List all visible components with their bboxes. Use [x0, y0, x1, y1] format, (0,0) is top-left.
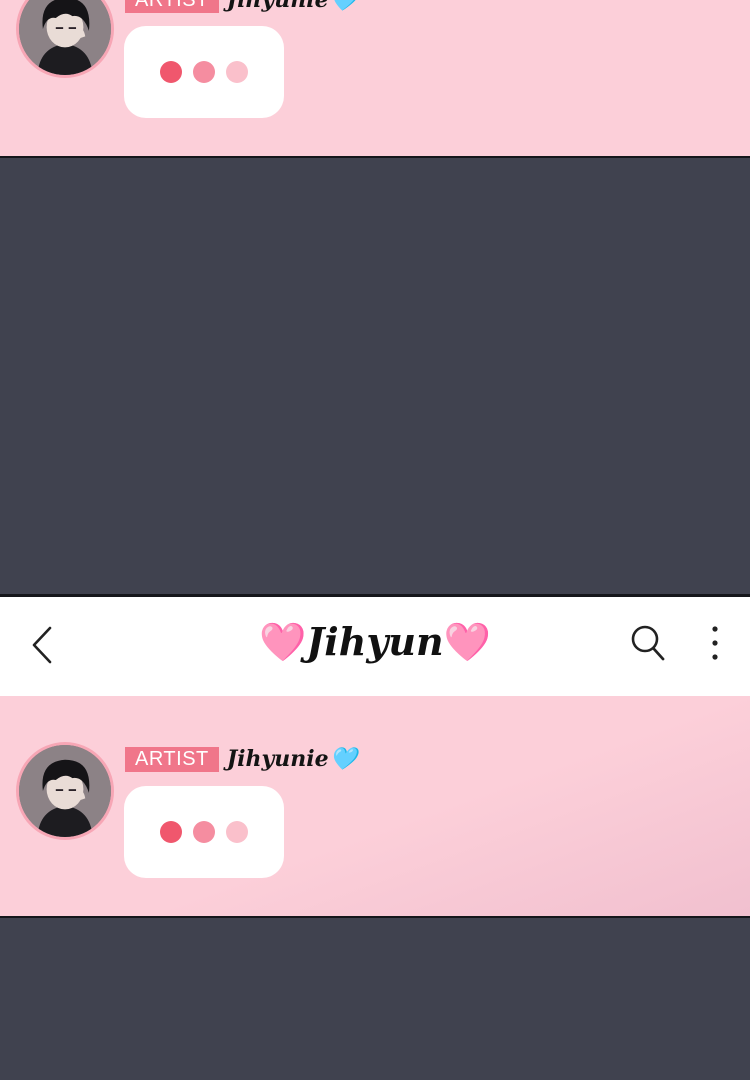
chat-header: 🩷Jihyun🩷 [0, 594, 750, 696]
avatar[interactable] [16, 0, 114, 78]
typing-dot [193, 821, 215, 843]
pink-heart-icon: 🩷 [443, 619, 492, 664]
message-header: ARTIST Jihyunie🩵 [125, 0, 357, 13]
pink-heart-icon: 🩷 [258, 619, 307, 664]
title-text: Jihyun [306, 619, 444, 664]
empty-panel [0, 918, 750, 1080]
username[interactable]: Jihyunie🩵 [227, 746, 357, 772]
avatar-image [19, 0, 111, 75]
avatar[interactable] [16, 742, 114, 840]
typing-dot [226, 821, 248, 843]
blue-heart-icon: 🩵 [329, 746, 358, 772]
artist-badge: ARTIST [125, 0, 219, 13]
empty-panel [0, 158, 750, 594]
chat-area-top: ARTIST Jihyunie🩵 [0, 0, 750, 158]
typing-dot [160, 821, 182, 843]
typing-dot [160, 61, 182, 83]
more-options-button[interactable] [700, 621, 730, 665]
avatar-image [19, 745, 111, 837]
chat-area: ARTIST Jihyunie🩵 [0, 696, 750, 918]
artist-badge: ARTIST [125, 746, 219, 772]
blue-heart-icon: 🩵 [329, 0, 358, 13]
typing-dot [226, 61, 248, 83]
search-button[interactable] [626, 621, 670, 665]
typing-bubble [124, 26, 284, 118]
search-icon [631, 625, 665, 661]
typing-dot [193, 61, 215, 83]
username[interactable]: Jihyunie🩵 [227, 0, 357, 13]
more-vertical-icon [712, 626, 718, 660]
typing-bubble [124, 786, 284, 878]
message-header: ARTIST Jihyunie🩵 [125, 746, 357, 772]
